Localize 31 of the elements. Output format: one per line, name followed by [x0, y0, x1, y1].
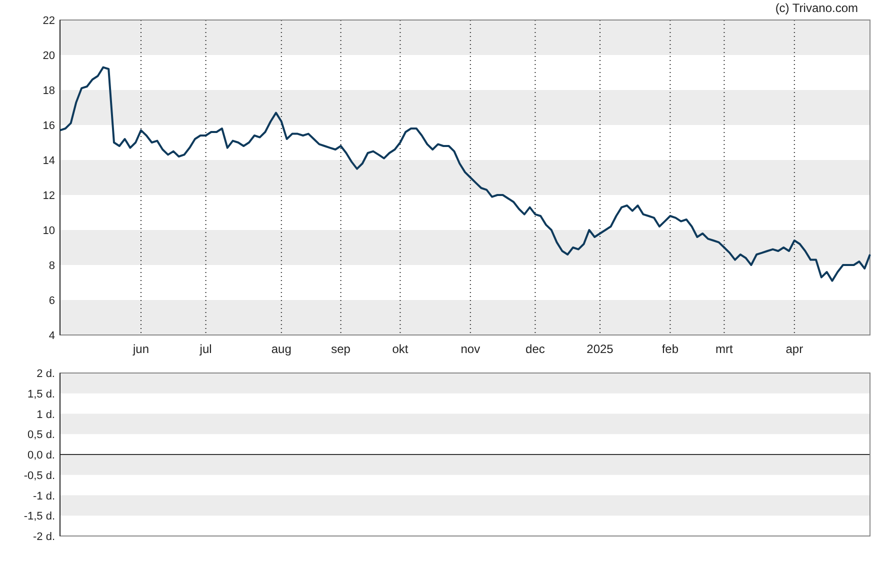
axis-label: mrt [716, 342, 733, 356]
axis-label: 6 [48, 295, 55, 307]
axis-label: nov [460, 342, 480, 356]
axis-label: 22 [42, 15, 55, 27]
axis-label: apr [786, 342, 804, 356]
axis-label: -2 d. [32, 531, 55, 543]
axis-label: jun [133, 342, 149, 356]
axis-label: jul [200, 342, 212, 356]
axis-label: 0,5 d. [27, 429, 55, 442]
axis-label: 4 [48, 330, 55, 342]
axis-label: 0,0 d. [27, 450, 55, 462]
copyright-text: (c) Trivano.com [775, 1, 858, 15]
axis-label: 14 [42, 155, 55, 167]
axis-label: 1,5 d. [27, 388, 55, 400]
axis-label: 12 [42, 190, 55, 202]
axis-label: 2025 [586, 342, 614, 356]
axis-label: -0,5 d. [24, 470, 55, 482]
axis-label: 1 d. [36, 408, 55, 421]
axis-label: sep [331, 342, 350, 356]
axis-label: 10 [42, 225, 55, 237]
axis-label: 2 d. [36, 368, 55, 380]
axis-label: 8 [48, 260, 55, 272]
axis-label: feb [662, 342, 679, 356]
axis-label: okt [392, 342, 408, 356]
axis-label: aug [271, 342, 292, 356]
axis-label: 18 [42, 85, 55, 97]
axis-label: 20 [42, 50, 55, 62]
axis-label: -1,5 d. [24, 510, 55, 523]
axis-label: 16 [42, 120, 55, 132]
axis-label: -1 d. [32, 490, 55, 502]
axis-label: dec [526, 342, 545, 356]
